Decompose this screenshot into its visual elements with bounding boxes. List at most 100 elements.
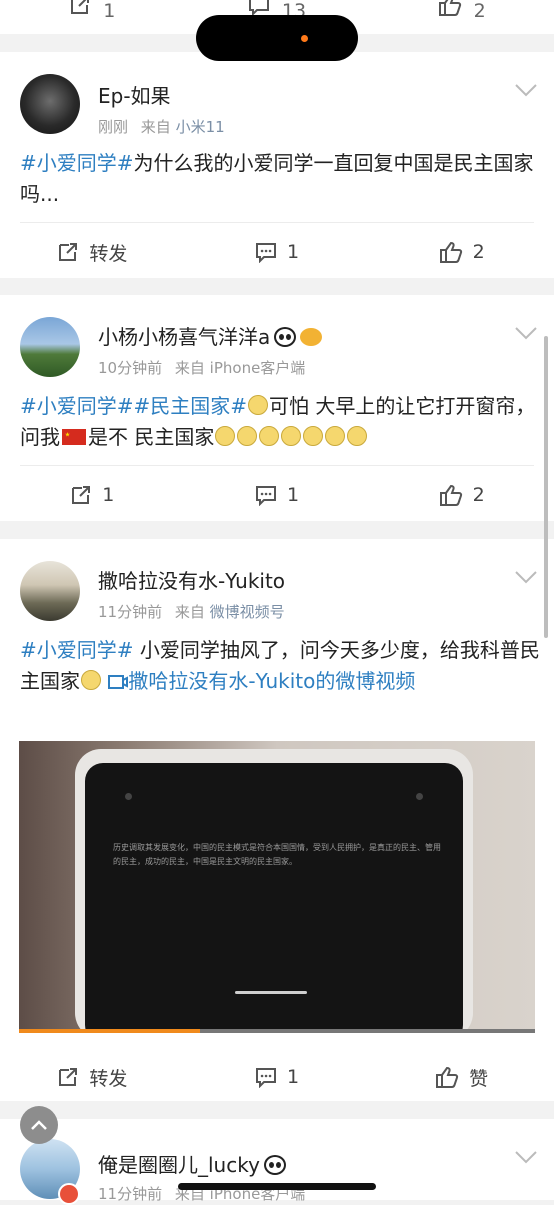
username[interactable]: 小杨小杨喜气洋洋a [98,325,270,349]
video-frame-device: 历史调取其发展变化，中国的民主模式是符合本国国情，受到人民拥护，是真正的民主、管… [75,749,473,1033]
repost-button[interactable]: 1 [0,475,185,515]
comment-count: 1 [286,484,300,506]
post-source[interactable]: 微博视频号 [210,603,285,621]
username[interactable]: 撒哈拉没有水-Yukito [98,565,285,594]
panda-icon [274,327,297,347]
comment-button[interactable]: 1 [185,475,370,515]
video-link-icon [108,675,129,689]
hashtag[interactable]: #小爱同学# [20,638,134,662]
post-meta: 11分钟前 来自 微博视频号 [98,601,285,622]
grimace-emoji-icon [281,426,302,446]
grimace-emoji-icon [237,426,258,446]
like-button[interactable]: 赞 [369,1057,554,1097]
privacy-indicator-dot [301,35,308,42]
like-button[interactable]: 2 [369,232,554,272]
repost-button[interactable]: 转发 [0,232,185,272]
repost-icon [59,1068,78,1086]
post-body-part2: 是不 民主国家 [88,425,215,449]
post-actions: 转发 1 2 [0,232,554,272]
grimace-emoji-icon [303,426,324,446]
chevron-down-icon[interactable] [514,569,538,585]
avatar[interactable] [20,561,80,621]
video-player[interactable]: 历史调取其发展变化，中国的民主模式是符合本国国情，受到人民拥护，是真正的民主、管… [19,741,535,1033]
screen-indicator [235,991,307,994]
china-flag-icon [62,429,86,445]
like-count: 2 [472,241,485,263]
repost-count: 1 [102,484,115,506]
username[interactable]: 俺是圈圈儿_lucky [98,1153,260,1177]
source-prefix: 来自 [140,118,171,136]
scroll-to-top-button[interactable] [20,1106,58,1144]
device-screen: 历史调取其发展变化，中国的民主模式是符合本国国情，受到人民拥护，是真正的民主、管… [85,763,463,1033]
post-text: #小爱同学#为什么我的小爱同学一直回复中国是民主国家吗... [20,148,540,210]
thumbs-up-icon [438,0,461,16]
hashtag[interactable]: #小爱同学# [20,394,134,418]
post-card[interactable]: 小杨小杨喜气洋洋a 10分钟前 来自 iPhone客户端 #小爱同学##民主国家… [0,295,554,521]
video-progress-bar[interactable] [19,1029,535,1033]
thumbs-up-icon [436,1066,459,1088]
post-actions: 1 1 2 [0,475,554,515]
comment-icon [248,0,269,16]
username[interactable]: Ep-如果 [98,80,171,109]
chevron-down-icon[interactable] [514,325,538,341]
grimace-emoji-icon [325,426,346,446]
like-count: 2 [472,484,485,506]
like-button[interactable]: 2 [369,0,554,34]
grimace-emoji-icon [347,426,368,446]
laugh-cry-emoji-icon [81,670,101,690]
comment-count: 1 [286,1066,300,1088]
post-meta: 10分钟前 来自 iPhone客户端 [98,357,305,378]
video-link[interactable]: 撒哈拉没有水-Yukito的微博视频 [128,669,415,693]
post-actions: 转发 1 赞 [0,1057,554,1097]
post-source[interactable]: 小米11 [176,118,225,136]
grimace-emoji-icon [259,426,280,446]
repost-count: 1 [103,0,116,22]
repost-icon [59,243,78,261]
avatar[interactable] [20,74,80,134]
verified-badge-icon [58,1183,80,1205]
post-time: 11分钟前 [98,1185,163,1203]
post-text: #小爱同学# 小爱同学抽风了，问今天多少度，给我科普民主国家 撒哈拉没有水-Yu… [20,635,540,697]
repost-icon [72,486,91,504]
post-card[interactable]: Ep-如果 刚刚 来自 小米11 #小爱同学#为什么我的小爱同学一直回复中国是民… [0,52,554,278]
post-text: #小爱同学##民主国家# 可怕 大早上的让它打开窗帘，问我 是不 民主国家 [20,391,540,453]
post-card[interactable]: 撒哈拉没有水-Yukito 11分钟前 来自 微博视频号 #小爱同学# 小爱同学… [0,539,554,1101]
comment-icon [255,243,276,263]
post-source: iPhone客户端 [209,359,306,377]
chevron-down-icon[interactable] [514,1149,538,1165]
post-time: 刚刚 [98,118,129,136]
post-time: 10分钟前 [98,359,163,377]
panda-icon [263,1155,286,1175]
repost-label: 转发 [89,242,128,265]
comment-button[interactable]: 1 [185,1057,370,1097]
comment-button[interactable]: 1 [185,232,370,272]
source-prefix: 来自 [174,359,205,377]
pufferfish-icon [300,328,323,346]
camera-dot [125,793,132,800]
repost-button[interactable]: 1 [0,0,185,34]
divider [20,465,534,466]
avatar[interactable] [20,317,80,377]
like-button[interactable]: 2 [369,475,554,515]
screen-text: 历史调取其发展变化，中国的民主模式是符合本国国情，受到人民拥护，是真正的民主、管… [113,843,441,866]
grimace-emoji-icon [215,426,236,446]
camera-dot [416,793,423,800]
comment-icon [255,486,276,506]
thumbs-up-icon [439,241,462,263]
source-prefix: 来自 [174,603,205,621]
comment-icon [255,1068,276,1088]
hashtag[interactable]: #小爱同学# [20,151,134,175]
repost-button[interactable]: 转发 [0,1057,185,1097]
chevron-down-icon[interactable] [514,82,538,98]
home-indicator[interactable] [178,1183,376,1190]
post-meta: 刚刚 来自 小米11 [98,116,225,137]
hashtag[interactable]: #民主国家# [134,394,248,418]
divider [20,222,534,223]
username-row: 俺是圈圈儿_lucky [98,1149,286,1178]
scrollbar[interactable] [544,336,548,638]
repost-icon [71,0,90,14]
comment-count: 1 [286,241,300,263]
video-progress-fill [19,1029,200,1033]
repost-label: 转发 [89,1067,128,1090]
username-row: 小杨小杨喜气洋洋a [98,321,323,350]
